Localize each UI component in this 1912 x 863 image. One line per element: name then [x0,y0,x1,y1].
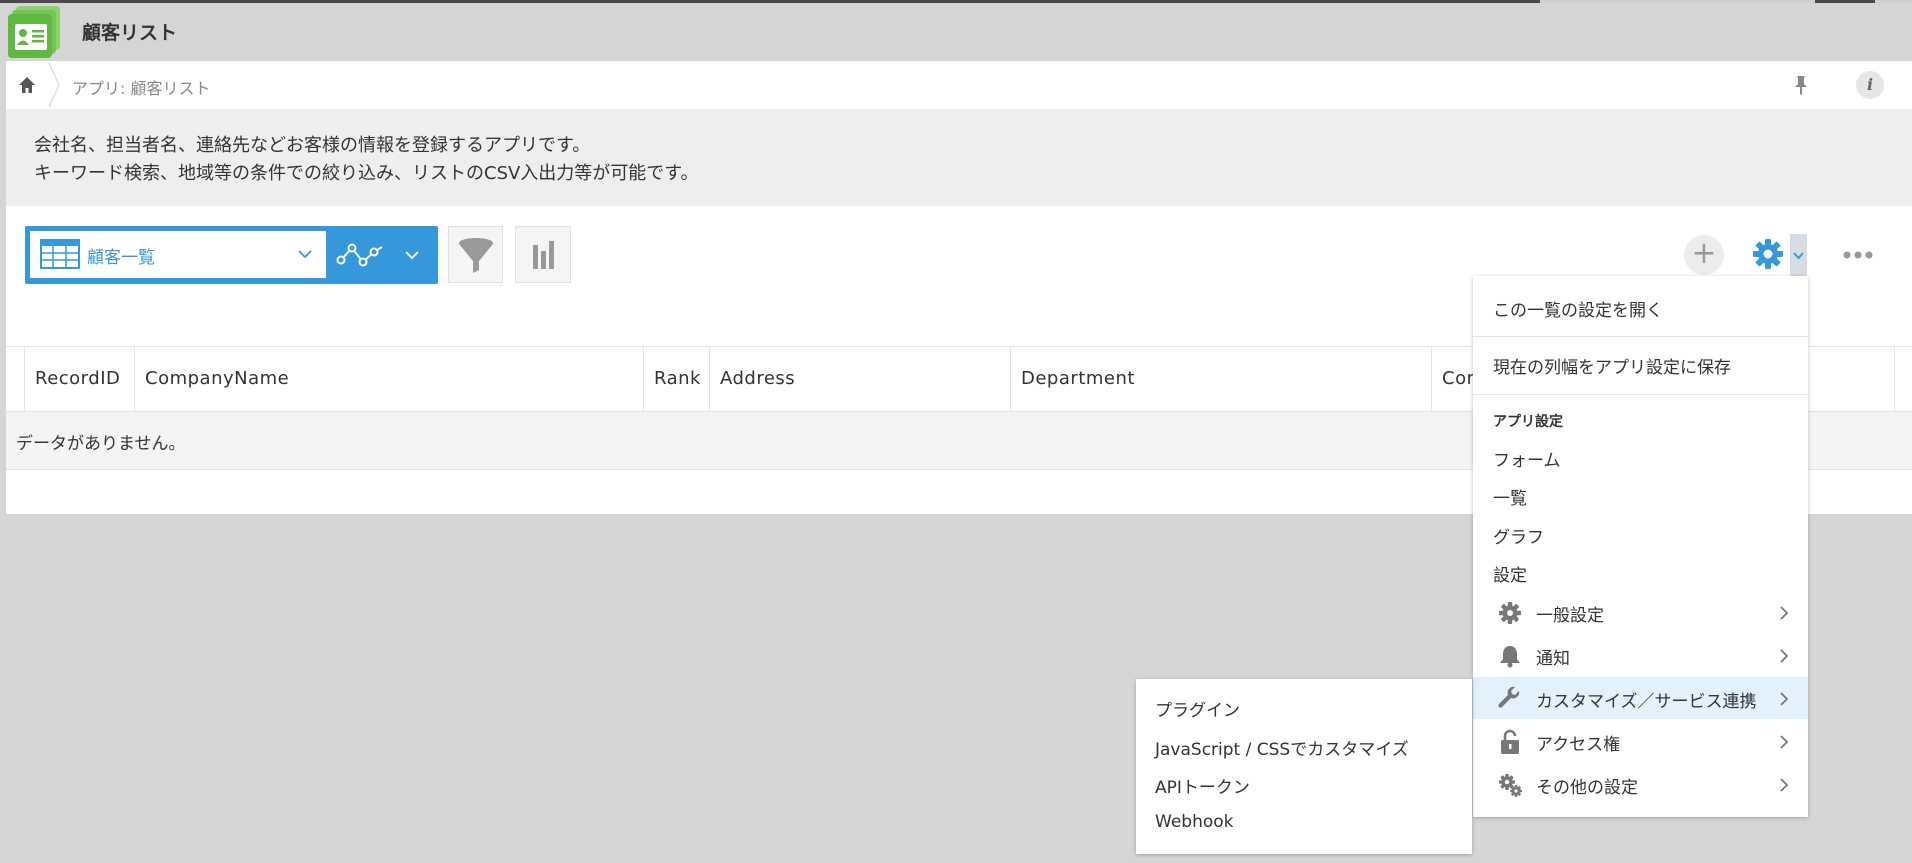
menu-item-access-rights[interactable]: アクセス権 [1473,720,1808,762]
add-record-button[interactable]: + [1684,235,1724,275]
submenu-item-js-css[interactable]: JavaScript / CSSでカスタマイズ [1155,735,1409,760]
chevron-down-icon [1793,252,1804,260]
breadcrumb: アプリ: 顧客リスト i [6,61,1912,110]
home-icon[interactable] [16,74,38,96]
menu-item-customize[interactable]: カスタマイズ／サービス連携 [1473,677,1808,719]
column-header[interactable]: RecordID [24,347,141,411]
bar-chart-icon [533,241,554,269]
divider [1473,336,1808,337]
chevron-right-icon [1777,776,1791,794]
wrench-icon [1497,686,1523,712]
settings-menu: この一覧の設定を開く 現在の列幅をアプリ設定に保存 アプリ設定 フォーム 一覧 … [1473,276,1808,817]
chevron-right-icon [1777,690,1791,708]
funnel-icon [459,238,493,273]
view-name: 顧客一覧 [87,248,155,268]
description-line-2: キーワード検索、地域等の条件での絞り込み、リストのCSV入出力等が可能です。 [34,163,699,184]
table-icon [40,239,80,269]
divider [1473,394,1808,395]
breadcrumb-app-link[interactable]: アプリ: 顧客リスト [72,75,210,99]
menu-item-general-settings[interactable]: 一般設定 [1473,591,1808,633]
column-header-end [1894,347,1912,411]
chevron-right-icon [1777,733,1791,751]
lock-icon [1497,729,1523,755]
graph-icon[interactable] [336,238,386,270]
column-header[interactable]: Rank [643,347,715,411]
graph-chevron-down-icon[interactable] [404,247,420,263]
column-header[interactable]: CompanyName [134,347,644,411]
gears-icon [1497,772,1523,798]
more-options-icon[interactable] [1840,240,1876,270]
filter-button[interactable] [448,226,503,283]
column-header[interactable]: Department [1010,347,1435,411]
info-icon[interactable]: i [1856,71,1884,99]
menu-item-notifications[interactable]: 通知 [1473,634,1808,676]
gear-icon[interactable] [1749,234,1787,274]
app-title: 顧客リスト [82,22,178,44]
chart-button[interactable] [515,226,571,283]
description-line-1: 会社名、担当者名、連絡先などお客様の情報を登録するアプリです。 [34,135,591,156]
chevron-right-icon [1777,604,1791,622]
gear-icon [1497,600,1523,626]
menu-item-other-settings[interactable]: その他の設定 [1473,763,1808,805]
chevron-right-icon [1777,647,1791,665]
submenu-item-plugins[interactable]: プラグイン [1155,696,1240,721]
app-description: 会社名、担当者名、連絡先などお客様の情報を登録するアプリです。 キーワード検索、… [6,109,1912,206]
customize-submenu: プラグイン JavaScript / CSSでカスタマイズ APIトークン We… [1136,679,1472,854]
settings-dropdown-button[interactable] [1790,234,1807,276]
bell-icon [1497,643,1523,669]
column-header[interactable]: Address [709,347,1014,411]
chevron-down-icon [296,245,314,263]
app-icon[interactable] [6,4,62,60]
submenu-item-api-token[interactable]: APIトークン [1155,773,1250,798]
pin-icon[interactable] [1790,73,1812,97]
app-settings-header: アプリ設定 [1493,414,1563,430]
submenu-item-webhook[interactable]: Webhook [1155,812,1233,832]
app-header [0,3,1912,61]
empty-message: データがありません。 [16,434,186,454]
breadcrumb-separator [46,61,62,109]
